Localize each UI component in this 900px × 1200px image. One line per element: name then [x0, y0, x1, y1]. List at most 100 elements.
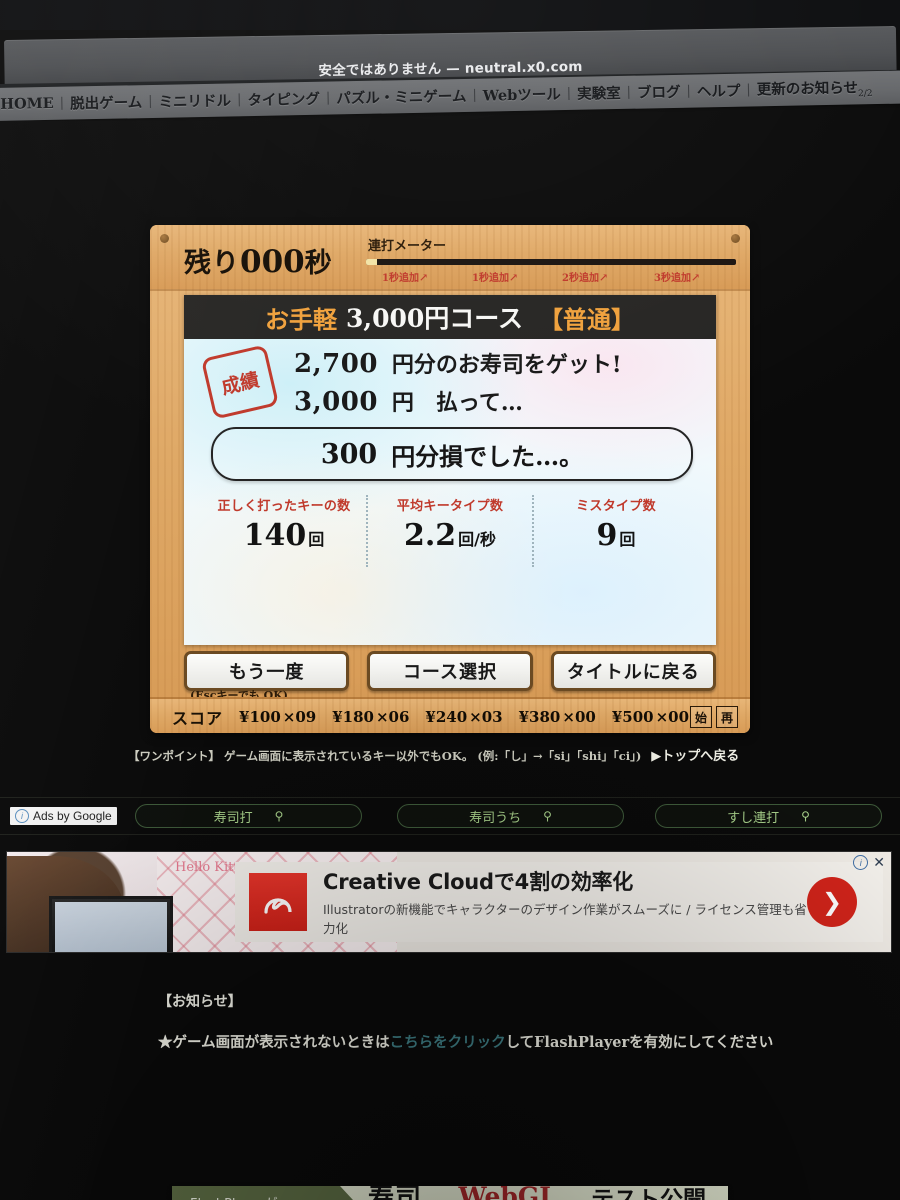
stat-value: 9回: [534, 518, 698, 553]
nav-separator: |: [148, 93, 153, 110]
page-content: 残り000秒 連打メーター 1秒追加↗ 1秒追加↗ 2秒追加↗ 3秒追加↗ お手…: [0, 121, 900, 1200]
score-price: ¥100: [239, 708, 281, 726]
nav-separator: |: [746, 82, 751, 98]
course-difficulty: 【普通】: [539, 304, 636, 334]
nav-item-blog[interactable]: ブログ: [631, 81, 687, 103]
stat-unit: 回: [619, 530, 636, 549]
ad-title: Creative Cloudで4割の効率化: [323, 870, 634, 895]
score-bar-buttons: 始 再: [690, 706, 738, 728]
remaining-time-value: 000: [240, 244, 305, 280]
notice-line: ★ゲーム画面が表示されないときはこちらをクリックしてFlashPlayerを有効…: [158, 1031, 773, 1052]
nav-item-escape-games[interactable]: 脱出ゲーム: [64, 91, 148, 114]
stat-number: 2.2: [403, 518, 457, 553]
ads-by-google-label: Ads by Google: [33, 809, 112, 823]
stat-number: 140: [243, 518, 307, 553]
webgl-tag-line-1: FlashPlayerが: [190, 1196, 340, 1200]
ad-search-term-2[interactable]: 寿司うち ⚲: [397, 804, 624, 828]
hint-text: 【ワンポイント】 ゲーム画面に表示されているキー以外でもOK。 (例:「し」→「…: [128, 749, 642, 763]
search-icon[interactable]: ⚲: [801, 809, 810, 823]
webgl-version-banner[interactable]: FlashPlayerが なくても遊べる 寿司打 WebGL版 テスト公開中: [172, 1186, 728, 1200]
replay-button[interactable]: 再: [716, 706, 738, 728]
score-count: ×00: [562, 708, 596, 726]
meter-label-2: 1秒追加↗: [472, 269, 518, 284]
nav-item-lab[interactable]: 実験室: [571, 82, 627, 104]
ad-search-term-text: 寿司打: [213, 810, 253, 826]
notice-line-before: ★ゲーム画面が表示されないときは: [158, 1034, 390, 1051]
nav-item-help[interactable]: ヘルプ: [691, 80, 747, 102]
stat-average-speed: 平均キータイプ数 2.2 回/秒: [366, 495, 532, 567]
info-icon[interactable]: i: [15, 809, 29, 823]
ad-search-term-1[interactable]: 寿司打 ⚲: [135, 804, 362, 828]
chevron-right-icon[interactable]: ❯: [807, 877, 857, 927]
nav-separator: |: [566, 85, 572, 102]
nav-item-updates-label: 更新のお知らせ: [756, 79, 859, 99]
result-stamp: 成績: [200, 344, 280, 420]
score-count: ×00: [655, 708, 690, 726]
nav-item-web-tools[interactable]: Webツール: [477, 83, 567, 106]
paid-amount: 3,000: [294, 387, 378, 417]
ad-content-card[interactable]: Creative Cloudで4割の効率化 Illustratorの新機能でキャ…: [235, 862, 883, 942]
arrow-up-icon: ↗: [690, 271, 701, 284]
score-label: スコア: [172, 709, 224, 728]
ad-search-term-3[interactable]: すし連打 ⚲: [655, 804, 882, 828]
nav-item-puzzle-minigame[interactable]: パズル・ミニゲーム: [330, 85, 472, 109]
screen-bezel-top: [0, 0, 900, 30]
ad-search-term-text: 寿司うち: [469, 810, 522, 826]
retry-button[interactable]: もう一度: [184, 651, 350, 691]
score-count: ×03: [469, 708, 503, 726]
stat-label: 正しく打ったキーの数: [217, 499, 351, 514]
score-price: ¥380: [518, 708, 561, 726]
flashplayer-enable-link[interactable]: こちらをクリック: [390, 1034, 506, 1051]
back-to-top-link[interactable]: ▶トップへ戻る: [651, 749, 739, 764]
result-panel: お手軽 3,000円コース 【普通】 成績 2,700 円分のお寿司をゲット! 3…: [184, 295, 716, 645]
start-button[interactable]: 始: [690, 706, 712, 728]
remaining-time-display: 残り000秒: [184, 241, 333, 280]
score-price: ¥240: [425, 708, 468, 726]
info-icon[interactable]: i: [853, 855, 869, 870]
result-stamp-label: 成績: [219, 368, 262, 399]
stat-unit: 回: [308, 530, 325, 549]
score-count: ×06: [375, 708, 410, 726]
nav-item-typing[interactable]: タイピング: [241, 88, 326, 111]
earned-amount: 2,700: [294, 349, 378, 379]
sidebar-item-home[interactable]: HOME: [0, 95, 60, 113]
course-select-button[interactable]: コース選択: [367, 651, 533, 691]
nav-separator: |: [686, 83, 692, 99]
screw-icon: [731, 234, 740, 243]
ad-controls[interactable]: i ✕: [853, 854, 885, 871]
score-item-500: ¥500 ×00: [602, 702, 690, 732]
notice-line-after: してFlashPlayerを有効にしてください: [505, 1034, 774, 1051]
meter-label-4: 3秒追加↗: [654, 269, 700, 284]
nav-item-mini-riddle[interactable]: ミニリドル: [152, 89, 237, 112]
stats-row: 正しく打ったキーの数 140 回 平均キータイプ数 2.2 回/秒 ミスタイプ数 9…: [202, 495, 698, 567]
stat-unit: 回/秒: [458, 530, 497, 549]
webgl-title-sushida: 寿司打: [368, 1186, 448, 1200]
search-icon[interactable]: ⚲: [275, 809, 284, 823]
nav-item-updates[interactable]: 更新のお知らせ2/2: [751, 76, 879, 101]
close-icon[interactable]: ✕: [873, 854, 885, 871]
search-icon[interactable]: ⚲: [543, 809, 552, 823]
combo-meter-bar: [366, 259, 736, 265]
nav-separator: |: [236, 92, 242, 108]
remaining-time-prefix: 残り: [184, 248, 240, 279]
back-to-title-button[interactable]: タイトルに戻る: [550, 651, 716, 691]
ads-by-google-row: i Ads by Google 寿司打 ⚲ 寿司うち ⚲ すし連打 ⚲: [0, 797, 900, 835]
ads-by-google-badge[interactable]: i Ads by Google: [10, 807, 117, 825]
score-item-240: ¥240 ×03: [416, 702, 503, 732]
notice-section: 【お知らせ】 ★ゲーム画面が表示されないときはこちらをクリックしてFlashPl…: [158, 991, 773, 1052]
webgl-title-version: WebGL版: [458, 1186, 581, 1200]
game-top-bar: 残り000秒 連打メーター 1秒追加↗ 1秒追加↗ 2秒追加↗ 3秒追加↗: [150, 225, 750, 291]
sushida-game-area[interactable]: 残り000秒 連打メーター 1秒追加↗ 1秒追加↗ 2秒追加↗ 3秒追加↗ お手…: [150, 225, 750, 733]
stat-mistypes: ミスタイプ数 9回: [532, 495, 698, 567]
banner-advertisement[interactable]: Hello Kitty Creative Cloudで4割の効率化 Illust…: [6, 851, 892, 953]
meter-label-text: 1秒追加: [472, 273, 509, 284]
game-wooden-board: 残り000秒 連打メーター 1秒追加↗ 1秒追加↗ 2秒追加↗ 3秒追加↗ お手…: [150, 225, 750, 733]
combo-meter-fill: [366, 259, 378, 265]
score-item-180: ¥180 ×06: [323, 702, 410, 732]
course-prefix: お手軽: [264, 304, 337, 334]
course-name: 3,000円コース: [345, 304, 524, 333]
game-button-row: もう一度 コース選択 タイトルに戻る: [184, 651, 716, 691]
stat-correct-keys: 正しく打ったキーの数 140 回: [202, 495, 366, 567]
earned-text: 円分のお寿司をゲット!: [391, 352, 622, 378]
ad-photo-monitor: [49, 896, 173, 952]
